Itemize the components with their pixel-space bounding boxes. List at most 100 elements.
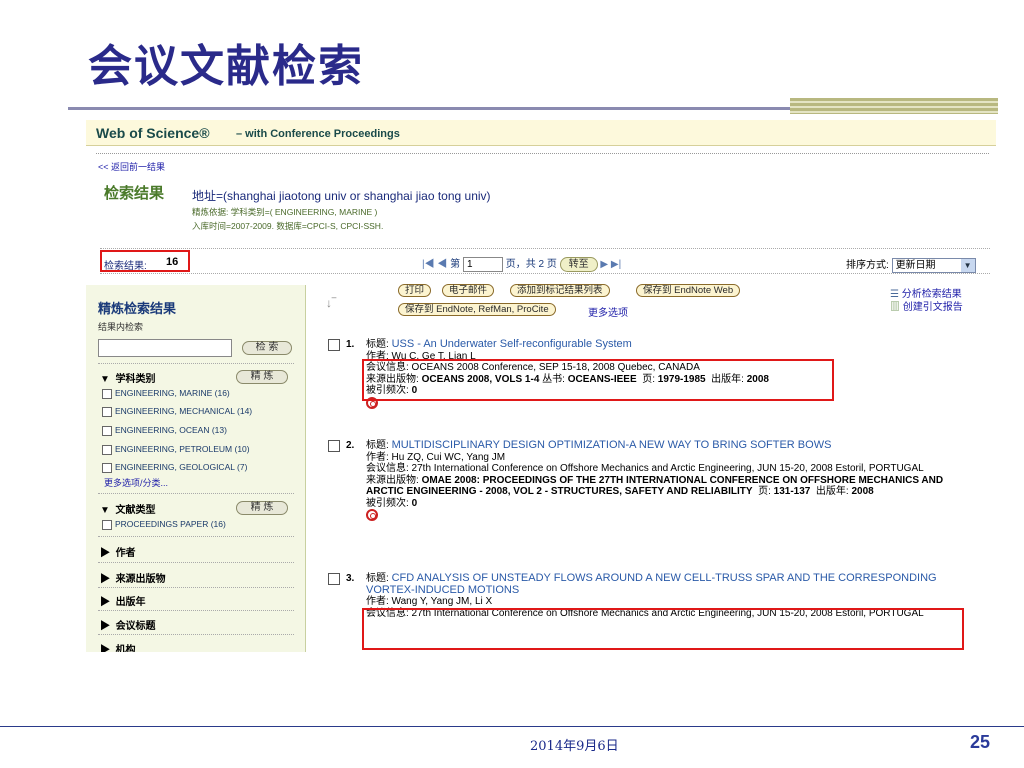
subject-checkbox-item[interactable]: ENGINEERING, OCEAN (13) [102, 425, 227, 436]
record-number: 2. [346, 440, 355, 451]
section-collapsed[interactable]: ▶ 出版年 [100, 593, 146, 608]
refine-line: 精炼依据: 学科类别=( ENGINEERING, MARINE ) [192, 207, 378, 217]
section-subject-label: 学科类别 [115, 374, 156, 385]
subject-checkbox-item[interactable]: ENGINEERING, PETROLEUM (10) [102, 444, 250, 455]
section-doctype-label: 文献类型 [115, 505, 156, 516]
record-authors: 作者: Wang Y, Yang JM, Li X [366, 596, 493, 607]
record-checkbox[interactable] [328, 440, 340, 452]
pager: |◀ ◀ 第 1 页，共 2 页 转至 ▶ ▶| [422, 255, 621, 272]
source-label: 来源出版物: [366, 474, 419, 486]
page-number: 25 [970, 732, 991, 752]
chevron-down-icon[interactable]: ▼ [960, 258, 975, 272]
wos-logo[interactable]: Web of Science® [96, 125, 210, 141]
record-pages: 131-137 [773, 486, 811, 497]
bar-chart-icon: ▥ [890, 302, 903, 313]
section-source: 来源出版物 [115, 574, 166, 585]
email-button[interactable]: 电子邮件 [442, 284, 495, 297]
title-label: 标题: [366, 440, 389, 451]
conference-highlight-box [362, 359, 834, 401]
divider [98, 610, 294, 611]
section-doctype[interactable]: ▼ 文献类型 [100, 501, 155, 516]
subject-checkbox-item[interactable]: ENGINEERING, MECHANICAL (14) [102, 406, 252, 417]
divider [98, 562, 294, 563]
print-button[interactable]: 打印 [398, 284, 432, 297]
checkbox[interactable] [102, 444, 112, 455]
time-database-line: 入库时间=2007-2009. 数据库=CPCI-S, CPCI-SSH. [192, 221, 384, 231]
title-label: 标题: [366, 339, 389, 350]
prev-page-icon[interactable]: ◀ [437, 259, 447, 270]
wos-screenshot: Web of Science® – with Conference Procee… [86, 120, 996, 652]
wos-subtitle: – with Conference Proceedings [236, 128, 400, 140]
checkbox[interactable] [102, 425, 112, 436]
count-highlight-box [100, 250, 190, 272]
record-checkbox[interactable] [328, 339, 340, 351]
checkbox[interactable] [102, 462, 112, 473]
title-decoration [790, 98, 998, 114]
subject-label: ENGINEERING, OCEAN (13) [115, 425, 227, 435]
cited-label: 被引频次: [366, 497, 409, 509]
add-marked-button[interactable]: 添加到标记结果列表 [510, 284, 610, 297]
record-number: 1. [346, 339, 355, 350]
subject-label: ENGINEERING, MECHANICAL (14) [115, 406, 253, 416]
first-page-icon[interactable]: |◀ [422, 259, 435, 270]
more-options-link[interactable]: 更多选项 [588, 304, 628, 319]
search-within-button[interactable]: 检 索 [242, 341, 292, 355]
subject-label: ENGINEERING, MARINE (16) [115, 388, 230, 398]
subject-checkbox-item[interactable]: ENGINEERING, GEOLOGICAL (7) [102, 462, 247, 473]
arrow-down-icon: ↓‾ [326, 296, 336, 310]
slide-title: 会议文献检索 [88, 41, 364, 92]
page-number-input[interactable]: 1 [462, 256, 503, 272]
address-query: 地址=(shanghai jiaotong univ or shanghai j… [192, 189, 491, 203]
sort-select[interactable]: 更新日期 ▼ [891, 257, 976, 273]
citation-report-label: 创建引文报告 [902, 302, 963, 313]
subject-label: ENGINEERING, PETROLEUM (10) [115, 444, 250, 454]
divider [98, 634, 294, 635]
pager-suffix: 页，共 2 页 [505, 259, 557, 270]
year-label: 出版年: [815, 486, 849, 497]
save-endnote-web-button[interactable]: 保存到 EndNote Web [636, 284, 741, 297]
refine-button-subject[interactable]: 精 炼 [236, 370, 288, 384]
record-number: 3. [346, 573, 355, 584]
checkbox[interactable] [102, 388, 112, 399]
section-collapsed[interactable]: ▶ 作者 [100, 544, 136, 559]
next-page-icon[interactable]: ▶ [600, 259, 608, 270]
sort-label: 排序方式: [846, 260, 889, 271]
record-conference: 会议信息: 27th International Conference on O… [366, 463, 924, 474]
refine-button-doctype[interactable]: 精 炼 [236, 501, 288, 515]
sort-control: 排序方式: 更新日期 ▼ [846, 256, 976, 273]
checkbox[interactable] [102, 406, 112, 417]
section-collapsed[interactable]: ▶ 机构 [100, 641, 136, 652]
footer-date: 2014年9月6日 [530, 739, 619, 754]
record-checkbox[interactable] [328, 573, 340, 585]
save-to-button[interactable]: 保存到 EndNote, RefMan, ProCite [398, 303, 556, 316]
doctype-checkbox-item[interactable]: PROCEEDINGS PAPER (16) [102, 519, 226, 530]
title-label: 标题: [366, 573, 389, 584]
pages-label: 页: [758, 486, 771, 497]
section-collapsed[interactable]: ▶ 来源出版物 [100, 570, 166, 585]
record-title-link[interactable]: CFD ANALYSIS OF UNSTEADY FLOWS AROUND A … [366, 572, 937, 596]
subject-label: ENGINEERING, GEOLOGICAL (7) [115, 462, 248, 472]
sidebar-title: 精炼检索结果 [98, 302, 177, 317]
last-page-icon[interactable]: ▶| [611, 259, 621, 270]
search-within-input[interactable] [98, 339, 232, 357]
record-year: 2008 [851, 486, 874, 497]
section-collapsed[interactable]: ▶ 会议标题 [100, 617, 156, 632]
record-title-link[interactable]: USS - An Underwater Self-reconfigurable … [392, 338, 632, 350]
go-button[interactable]: 转至 [559, 257, 598, 272]
subject-checkbox-item[interactable]: ENGINEERING, MARINE (16) [102, 388, 230, 399]
record-cited: 0 [411, 497, 418, 509]
back-link[interactable]: << 返回前一结果 [98, 160, 165, 173]
checkbox[interactable] [102, 519, 112, 530]
more-subjects-link[interactable]: 更多选项/分类... [104, 476, 168, 489]
search-within-label: 结果内检索 [98, 322, 144, 332]
conference-highlight-box [362, 608, 964, 650]
record-title-link[interactable]: MULTIDISCIPLINARY DESIGN OPTIMIZATION-A … [392, 439, 832, 451]
section-subject[interactable]: ▼ 学科类别 [100, 370, 155, 385]
section-year: 出版年 [115, 597, 146, 608]
divider [98, 587, 294, 588]
citation-report-link[interactable]: ▥ 创建引文报告 [890, 298, 963, 313]
wos-header: Web of Science® – with Conference Procee… [86, 120, 996, 146]
sort-selected: 更新日期 [895, 259, 936, 271]
fulltext-icon[interactable] [366, 509, 378, 521]
divider [98, 363, 294, 364]
